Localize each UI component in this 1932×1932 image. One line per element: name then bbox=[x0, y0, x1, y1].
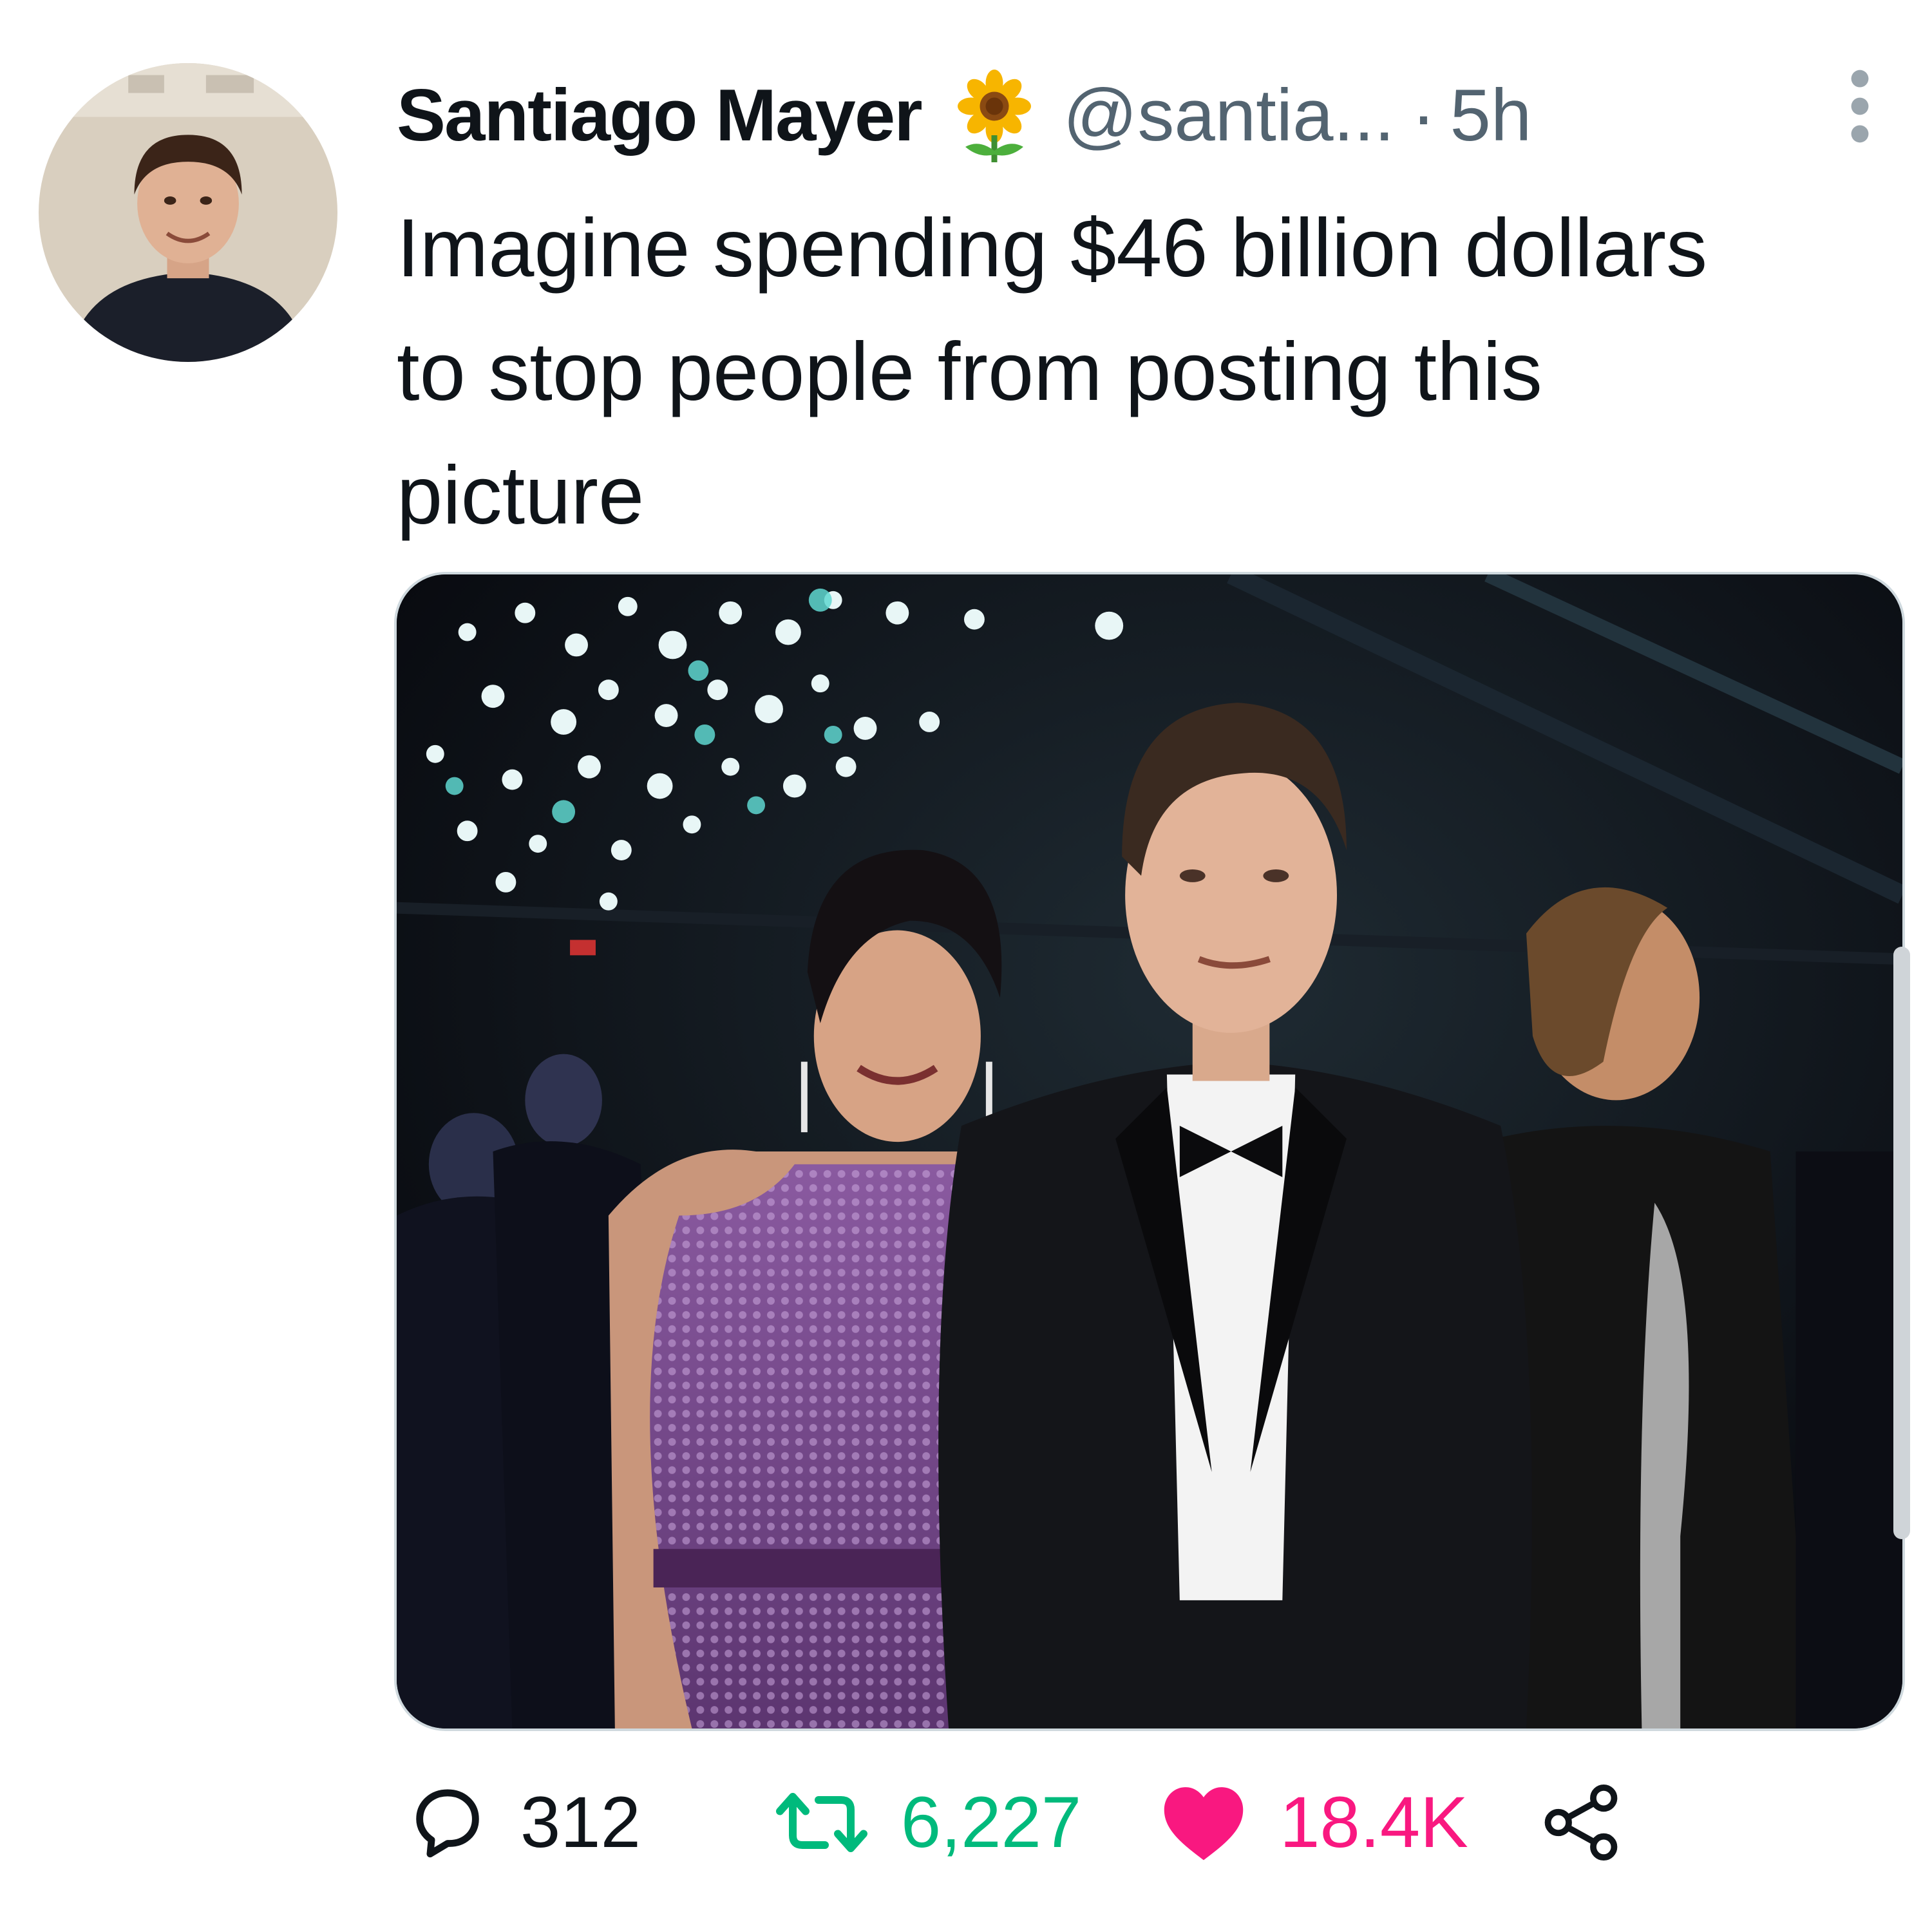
like-button[interactable]: 18.4K bbox=[1159, 1781, 1468, 1864]
reply-count: 312 bbox=[520, 1782, 641, 1862]
retweet-icon bbox=[775, 1793, 867, 1852]
scrollbar-handle[interactable] bbox=[1893, 947, 1910, 1539]
tweet-header: Santiago Mayer @santia... · 5h bbox=[397, 61, 1531, 171]
avatar[interactable] bbox=[39, 63, 337, 362]
tweet-actions: 312 6,227 18.4K bbox=[406, 1774, 1623, 1871]
more-options-icon[interactable] bbox=[1842, 68, 1878, 144]
tweet-text-line: picture bbox=[397, 450, 645, 542]
share-button[interactable] bbox=[1539, 1781, 1623, 1864]
tweet-text-line: to stop people from posting this bbox=[397, 326, 1542, 418]
sunflower-icon bbox=[946, 68, 1043, 164]
reply-icon bbox=[416, 1789, 479, 1858]
tweet-photo[interactable] bbox=[394, 572, 1905, 1731]
separator-dot: · bbox=[1411, 75, 1436, 156]
like-count: 18.4K bbox=[1280, 1782, 1468, 1862]
retweet-button[interactable]: 6,227 bbox=[773, 1784, 1081, 1861]
timestamp[interactable]: 5h bbox=[1450, 79, 1532, 153]
handle[interactable]: @santia... bbox=[1063, 79, 1395, 153]
retweet-count: 6,227 bbox=[900, 1782, 1082, 1862]
tweet-text: Imagine spending $46 billion dollars to … bbox=[397, 187, 1878, 558]
tweet: Santiago Mayer @santia... · 5h Imagine s… bbox=[0, 0, 1932, 1932]
reply-button[interactable]: 312 bbox=[406, 1781, 641, 1864]
heart-icon bbox=[1164, 1787, 1244, 1861]
display-name[interactable]: Santiago Mayer bbox=[397, 79, 923, 153]
tweet-text-line: Imagine spending $46 billion dollars bbox=[397, 202, 1708, 294]
share-icon bbox=[1544, 1784, 1618, 1861]
